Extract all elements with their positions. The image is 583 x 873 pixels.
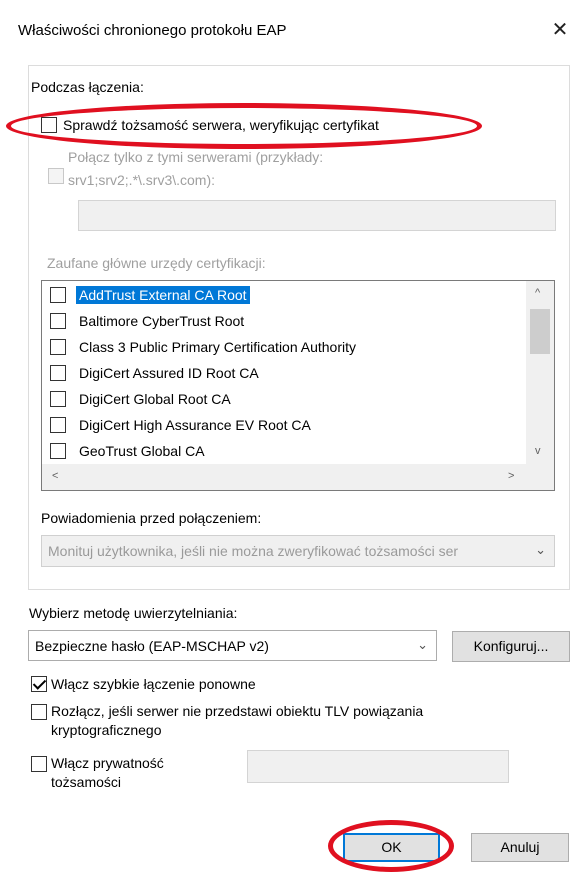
disconnect-tlv-label-line1[interactable]: Rozłącz, jeśli serwer nie przedstawi obi… (51, 703, 423, 719)
window-title: Właściwości chronionego protokołu EAP (18, 22, 287, 39)
list-item-checkbox[interactable] (50, 287, 66, 303)
connect-servers-label-line2: srv1;srv2;.*\.srv3\.com): (68, 172, 216, 188)
close-icon[interactable]: ✕ (548, 18, 572, 42)
list-item-checkbox[interactable] (50, 443, 66, 459)
list-item-checkbox[interactable] (50, 313, 66, 329)
chevron-down-icon: ⌄ (535, 542, 546, 557)
list-item-label: Baltimore CyberTrust Root (79, 313, 245, 329)
list-item-checkbox[interactable] (50, 417, 66, 433)
auth-method-heading: Wybierz metodę uwierzytelniania: (29, 605, 238, 621)
ok-button[interactable]: OK (343, 833, 440, 862)
list-item-label: GeoTrust Global CA (79, 443, 205, 459)
identity-privacy-label-line1[interactable]: Włącz prywatność (51, 755, 164, 771)
list-item-checkbox[interactable] (50, 339, 66, 355)
trusted-ca-listbox[interactable]: AddTrust External CA Root Baltimore Cybe… (41, 280, 555, 491)
fast-reconnect-checkbox[interactable] (31, 676, 47, 692)
eap-properties-dialog: Właściwości chronionego protokołu EAP ✕ … (0, 0, 583, 873)
list-item[interactable]: Baltimore CyberTrust Root (42, 309, 524, 335)
list-item-label: AddTrust External CA Root (76, 286, 250, 304)
scroll-right-icon[interactable]: > (508, 470, 514, 482)
list-item-checkbox[interactable] (50, 365, 66, 381)
connect-heading: Podczas łączenia: (31, 79, 144, 95)
disconnect-tlv-checkbox[interactable] (31, 704, 47, 720)
notifications-value: Monituj użytkownika, jeśli nie można zwe… (48, 543, 459, 559)
scroll-left-icon[interactable]: < (52, 470, 58, 482)
list-item[interactable]: DigiCert Global Root CA (42, 387, 524, 413)
identity-privacy-label-line2[interactable]: tożsamości (51, 774, 121, 790)
notifications-dropdown: Monituj użytkownika, jeśli nie można zwe… (41, 535, 555, 567)
configure-button[interactable]: Konfiguruj... (452, 631, 570, 662)
notifications-heading: Powiadomienia przed połączeniem: (41, 510, 262, 526)
connect-servers-checkbox (48, 168, 64, 184)
list-item-label: Class 3 Public Primary Certification Aut… (79, 339, 356, 355)
list-item-label: DigiCert High Assurance EV Root CA (79, 417, 311, 433)
scroll-down-icon[interactable]: v (535, 445, 541, 457)
list-item-label: DigiCert Assured ID Root CA (79, 365, 259, 381)
list-item[interactable]: AddTrust External CA Root (42, 283, 524, 309)
title-bar: Właściwości chronionego protokołu EAP ✕ (0, 0, 583, 58)
list-item[interactable]: DigiCert High Assurance EV Root CA (42, 413, 524, 439)
scroll-up-icon[interactable]: ^ (535, 287, 540, 299)
verify-cert-label[interactable]: Sprawdź tożsamość serwera, weryfikując c… (63, 117, 379, 133)
connect-servers-label-line1: Połącz tylko z tymi serwerami (przykłady… (68, 152, 324, 165)
connect-servers-input (78, 200, 556, 231)
disconnect-tlv-label-line2[interactable]: kryptograficznego (51, 722, 162, 738)
list-item-label: DigiCert Global Root CA (79, 391, 231, 407)
list-item[interactable]: GeoTrust Global CA (42, 439, 524, 465)
chevron-down-icon: ⌄ (417, 637, 428, 652)
fast-reconnect-label[interactable]: Włącz szybkie łączenie ponowne (51, 676, 256, 692)
auth-method-value: Bezpieczne hasło (EAP-MSCHAP v2) (35, 638, 269, 654)
cancel-button[interactable]: Anuluj (471, 833, 569, 862)
scrollbar-thumb[interactable] (530, 309, 550, 354)
list-item[interactable]: DigiCert Assured ID Root CA (42, 361, 524, 387)
list-item[interactable]: Class 3 Public Primary Certification Aut… (42, 335, 524, 361)
verify-cert-checkbox[interactable] (41, 117, 57, 133)
identity-privacy-checkbox[interactable] (31, 756, 47, 772)
horizontal-scrollbar[interactable]: < > (42, 464, 554, 490)
trusted-ca-heading: Zaufane główne urzędy certyfikacji: (47, 255, 266, 271)
identity-privacy-input (247, 750, 509, 783)
auth-method-dropdown[interactable]: Bezpieczne hasło (EAP-MSCHAP v2) ⌄ (28, 630, 437, 661)
list-item-checkbox[interactable] (50, 391, 66, 407)
vertical-scrollbar[interactable]: ^ v (526, 281, 554, 464)
